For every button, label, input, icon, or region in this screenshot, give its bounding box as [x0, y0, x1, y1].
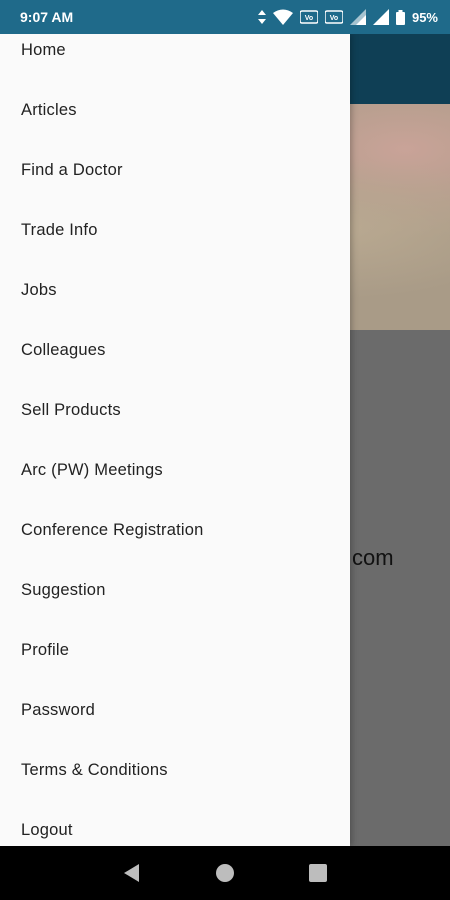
menu-item-find-a-doctor[interactable]: Find a Doctor: [0, 140, 350, 200]
wifi-icon: [272, 9, 293, 25]
signal-icon: [372, 9, 389, 25]
status-bar: 9:07 AM Vo Vo 95%: [0, 0, 450, 34]
status-icons: Vo Vo 95%: [257, 9, 438, 25]
menu-item-logout[interactable]: Logout: [0, 800, 350, 846]
signal-icon: [349, 9, 366, 25]
back-icon[interactable]: [112, 853, 152, 893]
menu-item-conference-registration[interactable]: Conference Registration: [0, 500, 350, 560]
menu-item-password[interactable]: Password: [0, 680, 350, 740]
menu-item-home[interactable]: Home: [0, 34, 350, 80]
home-icon[interactable]: [205, 853, 245, 893]
battery-icon: [395, 9, 405, 25]
svg-text:Vo: Vo: [305, 15, 313, 22]
battery-percent: 95%: [411, 9, 438, 25]
menu-item-colleagues[interactable]: Colleagues: [0, 320, 350, 380]
menu-item-trade-info[interactable]: Trade Info: [0, 200, 350, 260]
background-text: com: [352, 545, 394, 570]
volte-icon: Vo: [299, 9, 318, 25]
status-time: 9:07 AM: [20, 9, 74, 25]
volte-icon: Vo: [324, 9, 343, 25]
system-nav-bar: [0, 846, 450, 900]
menu-item-terms-conditions[interactable]: Terms & Conditions: [0, 740, 350, 800]
menu-item-arc-meetings[interactable]: Arc (PW) Meetings: [0, 440, 350, 500]
svg-text:Vo: Vo: [330, 15, 338, 22]
menu-item-suggestion[interactable]: Suggestion: [0, 560, 350, 620]
menu-item-profile[interactable]: Profile: [0, 620, 350, 680]
recents-icon[interactable]: [298, 853, 338, 893]
menu-item-sell-products[interactable]: Sell Products: [0, 380, 350, 440]
drawer-menu: Home Articles Find a Doctor Trade Info J…: [0, 34, 350, 846]
data-arrows-icon: [257, 10, 266, 24]
menu-item-articles[interactable]: Articles: [0, 80, 350, 140]
menu-item-jobs[interactable]: Jobs: [0, 260, 350, 320]
navigation-drawer: Home Articles Find a Doctor Trade Info J…: [0, 34, 350, 846]
